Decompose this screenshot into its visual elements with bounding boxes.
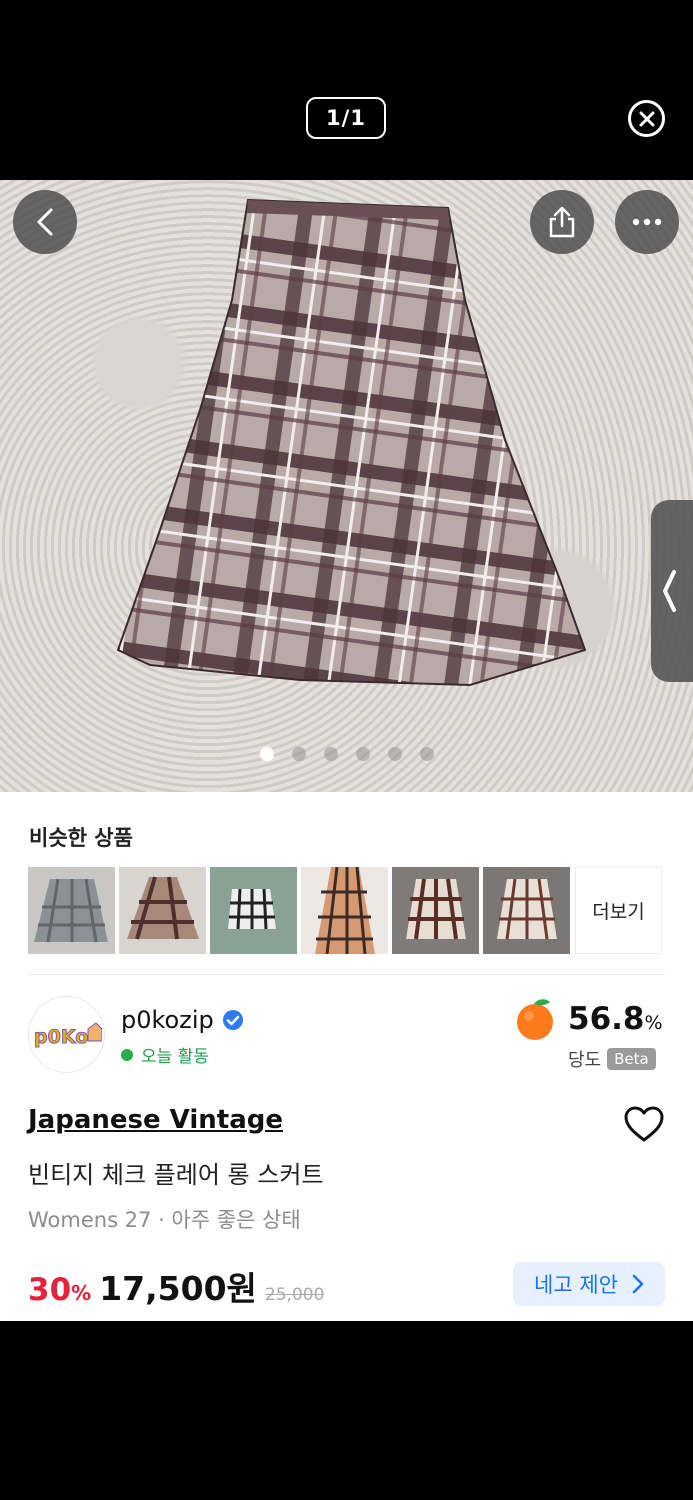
orange-icon <box>517 999 553 1040</box>
original-price: 25,000 <box>264 1285 325 1305</box>
seller-logo: p0Ko <box>33 1021 102 1048</box>
similar-product-thumb[interactable] <box>483 867 570 954</box>
share-icon <box>549 206 575 238</box>
score-value: 56.8% <box>568 1001 663 1037</box>
similar-product-thumb[interactable] <box>28 867 115 954</box>
seller-status-text: 오늘 활동 <box>141 1047 209 1067</box>
skirt-image <box>116 198 587 687</box>
seller-avatar[interactable]: p0Ko <box>28 996 105 1073</box>
bottom-area <box>0 1321 693 1500</box>
chevron-left-icon <box>37 208 53 236</box>
chevron-left-icon <box>663 570 676 612</box>
divider <box>28 974 665 975</box>
product-meta: Womens 27 · 아주 좋은 상태 <box>28 1208 301 1232</box>
gallery-dot[interactable] <box>291 747 306 761</box>
current-price: 17,500원 <box>99 1269 257 1308</box>
product-photo[interactable] <box>0 180 693 792</box>
product-brand-link[interactable]: Japanese Vintage <box>28 1105 283 1135</box>
seller-sweetness-score[interactable]: 56.8% <box>512 996 663 1042</box>
score-label-row: 당도 Beta <box>568 1046 656 1072</box>
gallery-dot[interactable] <box>259 747 274 761</box>
image-counter: 1/1 <box>306 97 386 139</box>
similar-products-list: 더보기 <box>28 867 662 954</box>
nego-offer-button[interactable]: 네고 제안 <box>513 1262 665 1306</box>
verified-badge-icon <box>222 1010 243 1030</box>
price-row: 30% 17,500원 25,000 <box>28 1262 324 1310</box>
viewer-header: 1/1 <box>0 0 693 180</box>
heart-icon[interactable] <box>622 1104 666 1144</box>
similar-product-thumb[interactable] <box>119 867 206 954</box>
back-button[interactable] <box>13 190 77 254</box>
similar-product-thumb[interactable] <box>210 867 297 954</box>
svg-text:p0Ko: p0Ko <box>34 1026 88 1048</box>
offer-label: 네고 제안 <box>534 1273 618 1297</box>
product-details: 비슷한 상품 더보기 p0Ko p0kozip 오늘 활동 56.8% 당도 B… <box>0 792 693 1321</box>
similar-product-thumb[interactable] <box>301 867 388 954</box>
similar-products-title: 비슷한 상품 <box>29 826 133 850</box>
beta-badge: Beta <box>607 1048 656 1070</box>
similar-product-thumb[interactable] <box>392 867 479 954</box>
side-panel-tab[interactable] <box>651 500 693 682</box>
active-dot-icon <box>121 1048 133 1061</box>
more-options-button[interactable] <box>615 190 679 254</box>
seller-name-text: p0kozip <box>121 1006 214 1034</box>
seller-activity-status: 오늘 활동 <box>121 1042 209 1067</box>
discount-rate: 30% <box>28 1272 92 1308</box>
more-horizontal-icon <box>632 218 662 226</box>
gallery-dot[interactable] <box>355 747 370 761</box>
gallery-dot[interactable] <box>387 747 402 761</box>
share-button[interactable] <box>530 190 594 254</box>
product-title: 빈티지 체크 플레어 롱 스커트 <box>28 1161 324 1189</box>
gallery-dot[interactable] <box>419 747 434 761</box>
close-button[interactable] <box>628 100 665 137</box>
see-more-button[interactable]: 더보기 <box>575 867 662 954</box>
close-icon <box>639 111 654 126</box>
chevron-right-icon <box>632 1274 644 1294</box>
gallery-pagination <box>0 747 693 767</box>
score-label: 당도 <box>568 1050 602 1071</box>
gallery-dot[interactable] <box>323 747 338 761</box>
seller-name[interactable]: p0kozip <box>121 1006 244 1034</box>
